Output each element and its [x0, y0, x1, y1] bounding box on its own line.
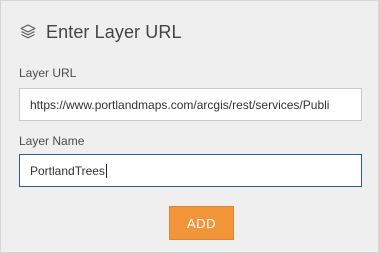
layers-icon [19, 23, 37, 41]
add-button[interactable]: ADD [169, 206, 234, 240]
layer-name-input[interactable]: PortlandTrees [19, 154, 362, 187]
layer-name-label: Layer Name [19, 134, 85, 148]
layer-name-value: PortlandTrees [30, 163, 105, 178]
panel-title: Enter Layer URL [46, 21, 182, 42]
panel-header: Enter Layer URL [19, 19, 182, 45]
layer-url-value: https://www.portlandmaps.com/arcgis/rest… [30, 97, 330, 112]
text-cursor [105, 163, 107, 178]
layer-url-input[interactable]: https://www.portlandmaps.com/arcgis/rest… [19, 88, 362, 121]
layer-url-label: Layer URL [19, 66, 77, 80]
add-layer-panel: Enter Layer URL Layer URL https://www.po… [0, 0, 379, 253]
